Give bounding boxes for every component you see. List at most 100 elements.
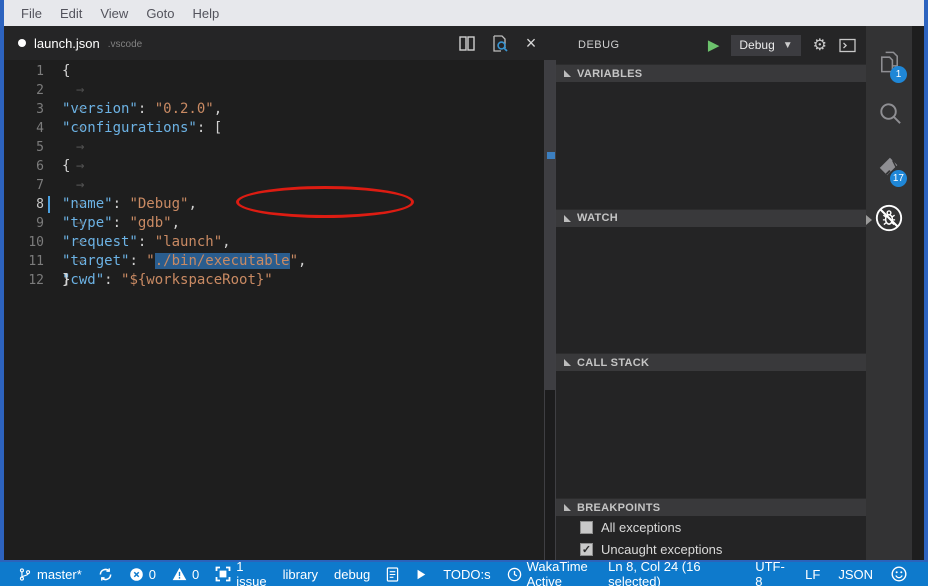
active-view-arrow-icon <box>866 215 872 225</box>
section-header-call-stack[interactable]: CALL STACK <box>556 353 866 371</box>
section-body-variables <box>556 82 866 209</box>
debug-config-dropdown[interactable]: Debug ▼ <box>731 35 800 56</box>
status-library[interactable]: library <box>275 562 326 586</box>
status-issues[interactable]: 1 issue <box>207 562 274 586</box>
breakpoint-label: Uncaught exceptions <box>601 542 722 557</box>
start-debug-icon[interactable]: ▶ <box>708 36 720 54</box>
code-line-2[interactable]: 2 → "version": "0.2.0", <box>4 81 544 100</box>
debug-icon <box>874 203 904 238</box>
activity-search[interactable] <box>866 90 912 142</box>
debug-toolbar: ▶ Debug ▼ ⚙ <box>708 35 856 56</box>
line-number: 5 <box>4 138 50 157</box>
status-todos[interactable]: TODO:s <box>435 562 498 586</box>
code-line-8[interactable]: 8→ → → "target": "./bin/executable", <box>4 195 544 214</box>
line-content: → → → "name": "Debug", <box>62 138 197 157</box>
open-console-icon[interactable] <box>839 38 856 53</box>
status-encoding-label: UTF-8 <box>755 559 787 586</box>
breakpoint-label: All exceptions <box>601 520 681 535</box>
section-variables: VARIABLES <box>556 64 866 209</box>
status-eol[interactable]: LF <box>796 562 829 586</box>
close-icon[interactable]: × <box>522 34 540 52</box>
code-lines: 1{2 → "version": "0.2.0",3→ "configuratio… <box>4 60 544 290</box>
status-bar-left: master* 0 0 1 issue library debug TODO:sWakaTi… <box>10 562 599 586</box>
collapse-twisty-icon <box>564 359 571 366</box>
section-body-watch <box>556 227 866 354</box>
menu-edit[interactable]: Edit <box>51 2 91 25</box>
status-warnings[interactable]: 0 <box>164 562 207 586</box>
status-encoding[interactable]: UTF-8 <box>746 562 796 586</box>
section-body-call-stack <box>556 371 866 498</box>
section-header-variables[interactable]: VARIABLES <box>556 64 866 82</box>
sidebar-title: DEBUG <box>578 39 620 51</box>
menu-file[interactable]: File <box>12 2 51 25</box>
editor-column: launch.json .vscode × 1{2 → "version": "0… <box>4 26 556 560</box>
text-cursor <box>48 196 50 213</box>
modified-dot-icon <box>18 39 26 47</box>
activity-bar: 1 17 <box>866 26 912 560</box>
menu-bar: FileEditViewGotoHelp <box>4 0 924 26</box>
menu-goto[interactable]: Goto <box>137 2 183 25</box>
collapse-twisty-icon <box>564 504 571 511</box>
issue-box-icon <box>215 566 231 582</box>
status-bar: master* 0 0 1 issue library debug TODO:sWakaTi… <box>0 560 928 586</box>
code-line-3[interactable]: 3→ "configurations": [ <box>4 100 544 119</box>
status-cursor-position-label: Ln 8, Col 24 (16 selected) <box>608 559 737 586</box>
section-label: BREAKPOINTS <box>577 502 660 514</box>
status-wakatime[interactable]: WakaTime Active <box>499 562 599 586</box>
search-icon <box>876 100 903 132</box>
activity-source-control[interactable]: 17 <box>866 142 912 194</box>
debug-sidebar-header: DEBUG ▶ Debug ▼ ⚙ <box>556 26 866 64</box>
menu-help[interactable]: Help <box>184 2 229 25</box>
code-line-5[interactable]: 5 → → → "name": "Debug", <box>4 138 544 157</box>
status-sync[interactable] <box>90 562 121 586</box>
status-issues-label: 1 issue <box>236 559 266 586</box>
status-debug-target[interactable]: debug <box>326 562 378 586</box>
status-library-label: library <box>283 567 318 582</box>
tab-launch-json[interactable]: launch.json .vscode <box>4 26 152 60</box>
editor-scrollbar[interactable] <box>544 60 556 560</box>
line-number: 6 <box>4 157 50 176</box>
configure-gear-icon[interactable]: ⚙ <box>813 35 827 55</box>
status-warnings-label: 0 <box>192 567 199 582</box>
status-errors[interactable]: 0 <box>121 562 164 586</box>
line-number: 2 <box>4 81 50 100</box>
open-preview-icon[interactable] <box>490 34 508 52</box>
checkbox-checked[interactable] <box>580 543 593 556</box>
line-content: → → → "cwd": "${workspaceRoot}" <box>62 214 273 233</box>
code-editor[interactable]: 1{2 → "version": "0.2.0",3→ "configuratio… <box>4 60 544 560</box>
breakpoint-row[interactable]: Uncaught exceptions <box>556 538 866 560</box>
line-number: 7 <box>4 176 50 195</box>
line-content: → "version": "0.2.0", <box>62 81 222 100</box>
line-number: 11 <box>4 252 50 271</box>
status-feedback[interactable] <box>882 562 916 586</box>
chevron-down-icon: ▼ <box>783 40 793 51</box>
scrollbar-slider[interactable] <box>545 60 555 390</box>
breakpoint-row[interactable]: All exceptions <box>556 516 866 538</box>
warning-icon <box>172 567 187 581</box>
activity-explorer[interactable]: 1 <box>866 38 912 90</box>
code-line-4[interactable]: 4→ → { <box>4 119 544 138</box>
status-cursor-position[interactable]: Ln 8, Col 24 (16 selected) <box>599 562 746 586</box>
section-label: CALL STACK <box>577 357 649 369</box>
line-content: → → → "request": "launch", <box>62 176 231 195</box>
activity-debug[interactable] <box>866 194 912 246</box>
doc-icon <box>386 567 399 582</box>
status-run[interactable] <box>407 562 435 586</box>
split-editor-icon[interactable] <box>458 34 476 52</box>
workbench: launch.json .vscode × 1{2 → "version": "0… <box>4 26 924 560</box>
debug-sidebar: DEBUG ▶ Debug ▼ ⚙ VARIABLES WATCH CALL STA… <box>556 26 866 560</box>
status-language-mode[interactable]: JSON <box>829 562 882 586</box>
menu-view[interactable]: View <box>91 2 137 25</box>
line-number: 9 <box>4 214 50 233</box>
collapse-twisty-icon <box>564 70 571 77</box>
code-line-1[interactable]: 1{ <box>4 62 544 81</box>
section-header-watch[interactable]: WATCH <box>556 209 866 227</box>
section-header-breakpoints[interactable]: BREAKPOINTS <box>556 498 866 516</box>
status-git-branch[interactable]: master* <box>10 562 90 586</box>
tab-bar: launch.json .vscode × <box>4 26 556 60</box>
section-call-stack: CALL STACK <box>556 353 866 498</box>
checkbox-unchecked[interactable] <box>580 521 593 534</box>
code-line-6[interactable]: 6→ → → "type": "gdb", <box>4 157 544 176</box>
code-line-7[interactable]: 7 → → → "request": "launch", <box>4 176 544 195</box>
status-doc-tool[interactable] <box>378 562 407 586</box>
